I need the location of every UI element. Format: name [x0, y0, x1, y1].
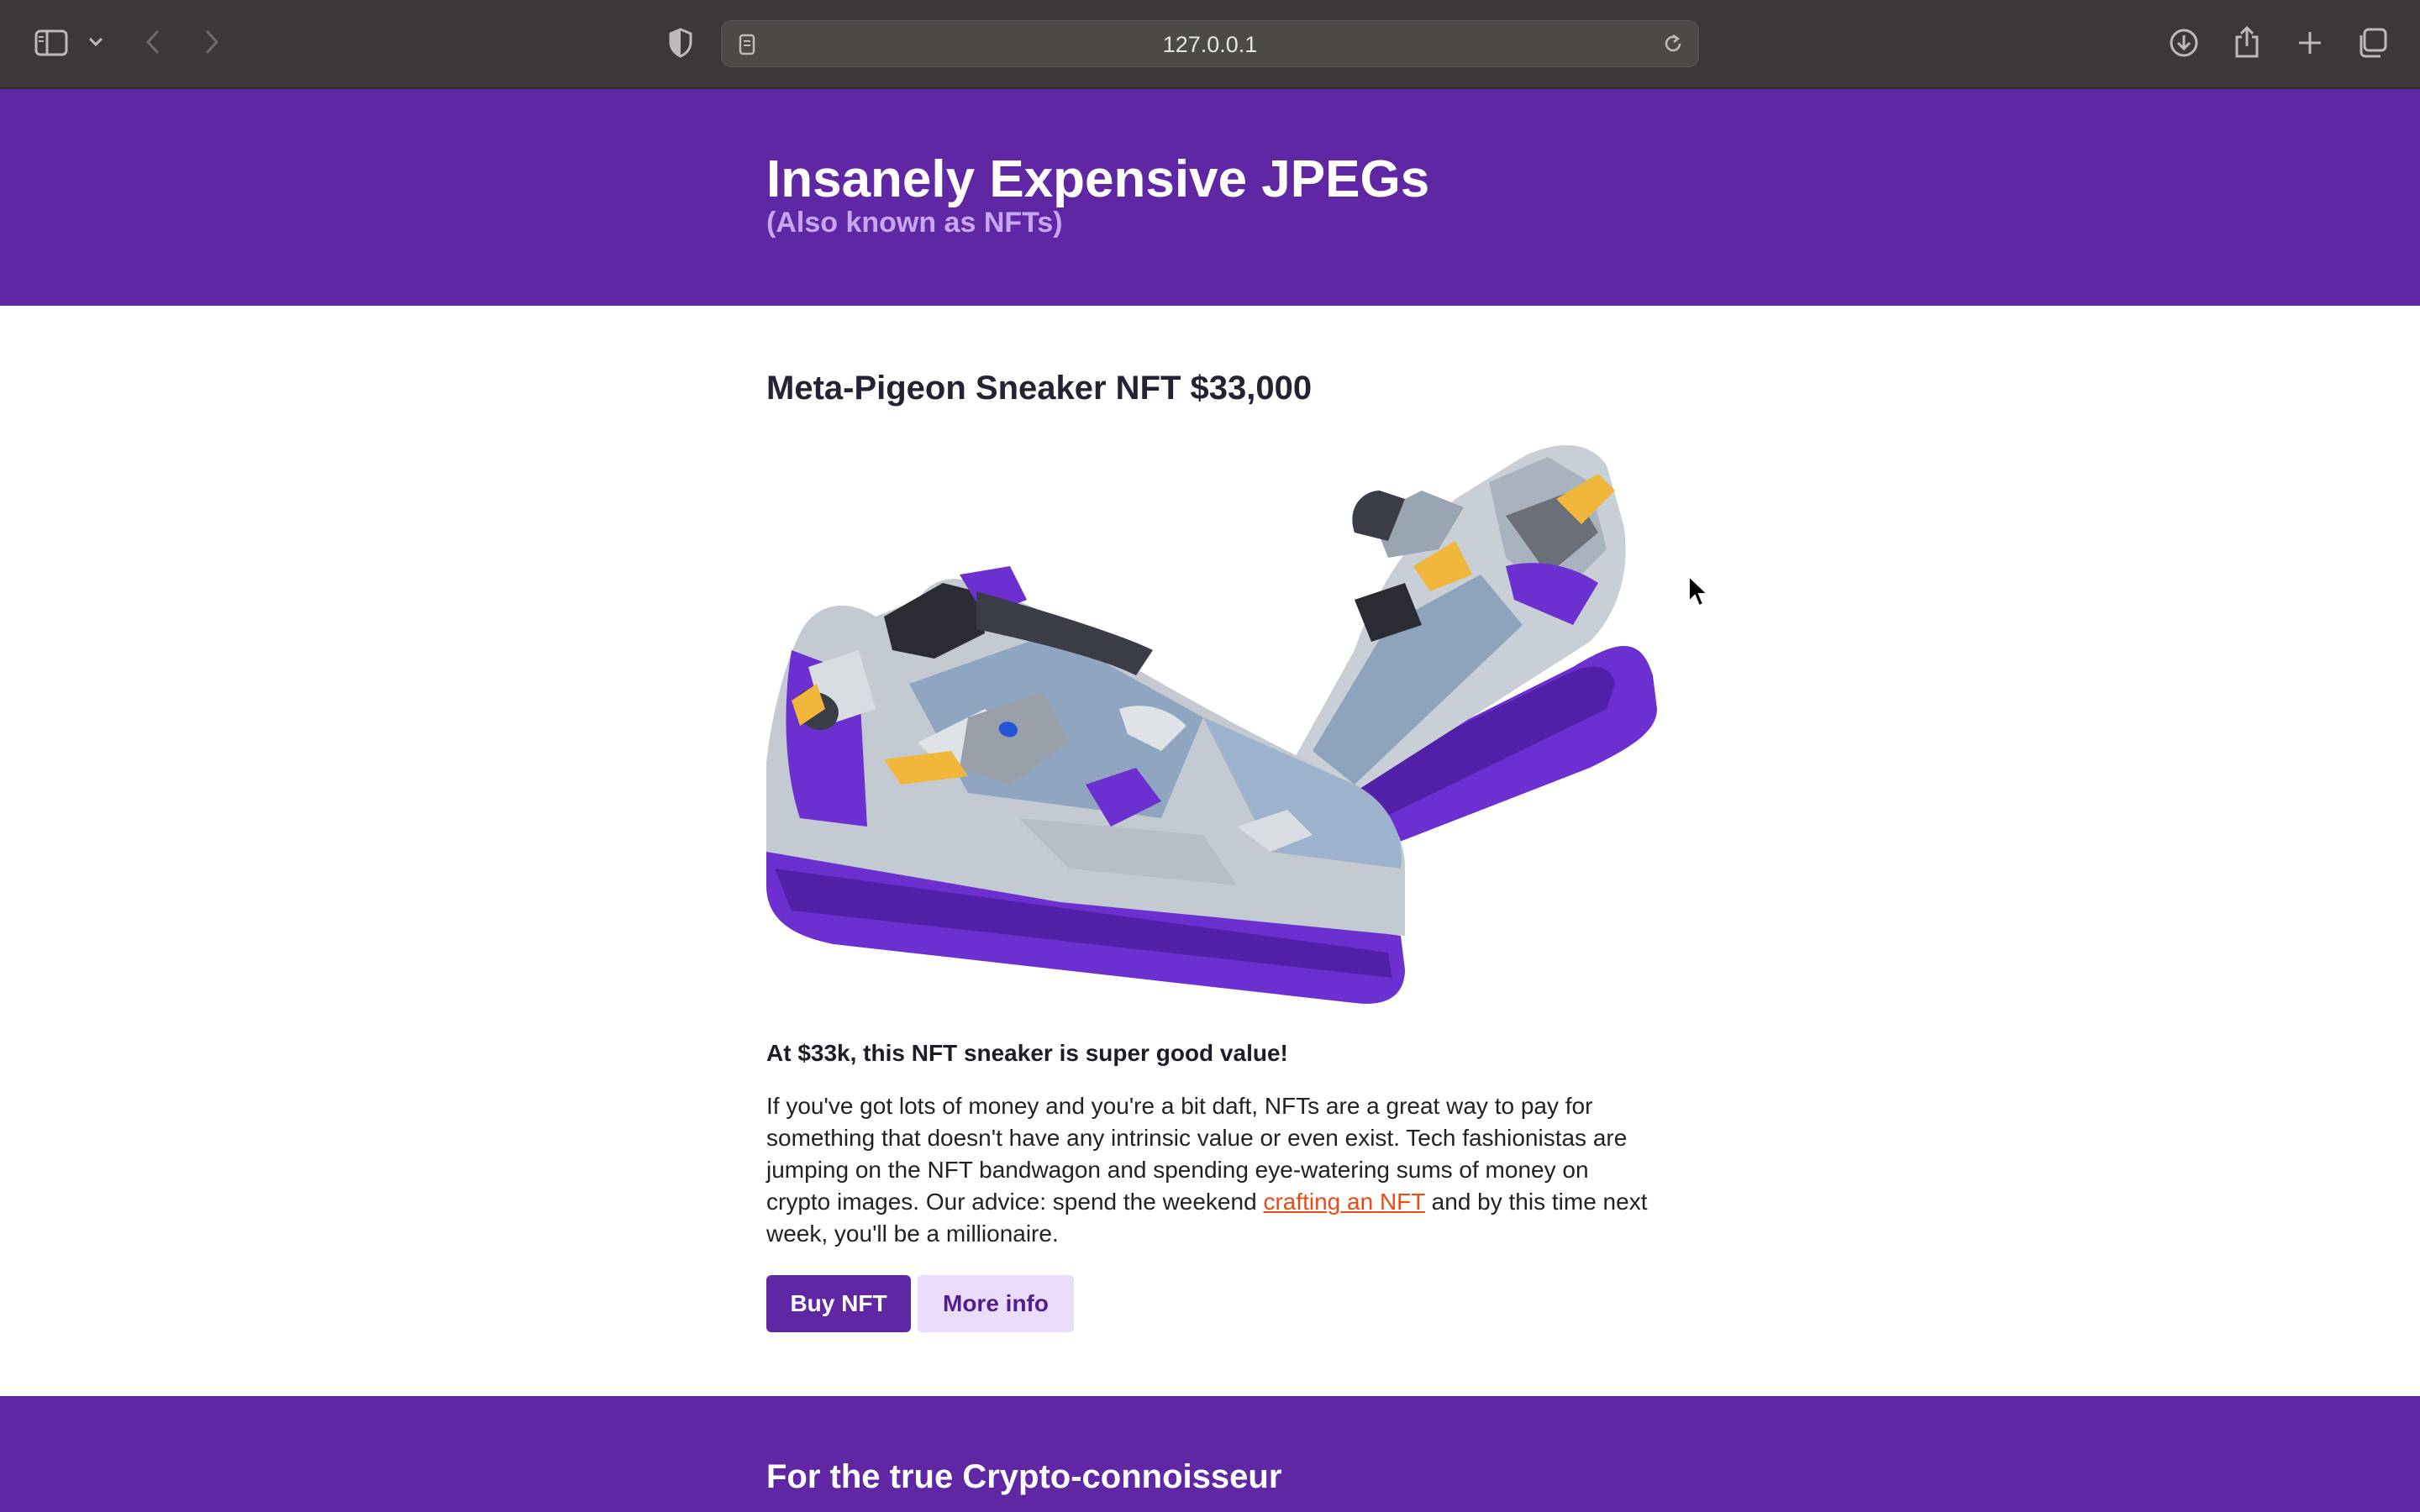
sneaker-image [764, 432, 1657, 1020]
site-subtitle: (Also known as NFTs) [766, 207, 1063, 239]
mouse-cursor-icon [1687, 574, 1711, 612]
sneaker-front-illustration [764, 566, 1405, 1004]
crypto-section: For the true Crypto-connoisseur [0, 1396, 2420, 1512]
shield-icon[interactable] [666, 25, 696, 60]
address-bar[interactable]: 127.0.0.1 [721, 20, 1699, 67]
product-title: Meta-Pigeon Sneaker NFT $33,000 [766, 370, 1313, 407]
download-icon[interactable] [2166, 25, 2202, 60]
product-tagline: At $33k, this NFT sneaker is super good … [766, 1040, 1288, 1066]
browser-toolbar: 127.0.0.1 [0, 0, 2420, 89]
crafting-nft-link[interactable]: crafting an NFT [1263, 1189, 1424, 1215]
sidebar-icon[interactable] [32, 25, 71, 60]
product-description: If you've got lots of money and you're a… [766, 1090, 1657, 1250]
back-icon[interactable] [139, 25, 166, 59]
more-info-button[interactable]: More info [918, 1275, 1074, 1332]
crypto-section-title: For the true Crypto-connoisseur [766, 1458, 1282, 1495]
buy-nft-button[interactable]: Buy NFT [766, 1275, 911, 1332]
share-icon[interactable] [2230, 24, 2264, 60]
chevron-down-icon[interactable] [86, 32, 106, 52]
url-text: 127.0.0.1 [1162, 32, 1258, 57]
site-header: Insanely Expensive JPEGs (Also known as … [0, 89, 2420, 306]
new-tab-icon[interactable] [2294, 27, 2326, 59]
forward-icon[interactable] [198, 25, 225, 59]
tabs-overview-icon[interactable] [2354, 25, 2390, 60]
site-title: Insanely Expensive JPEGs [766, 150, 1430, 208]
reload-icon[interactable] [1661, 32, 1685, 60]
